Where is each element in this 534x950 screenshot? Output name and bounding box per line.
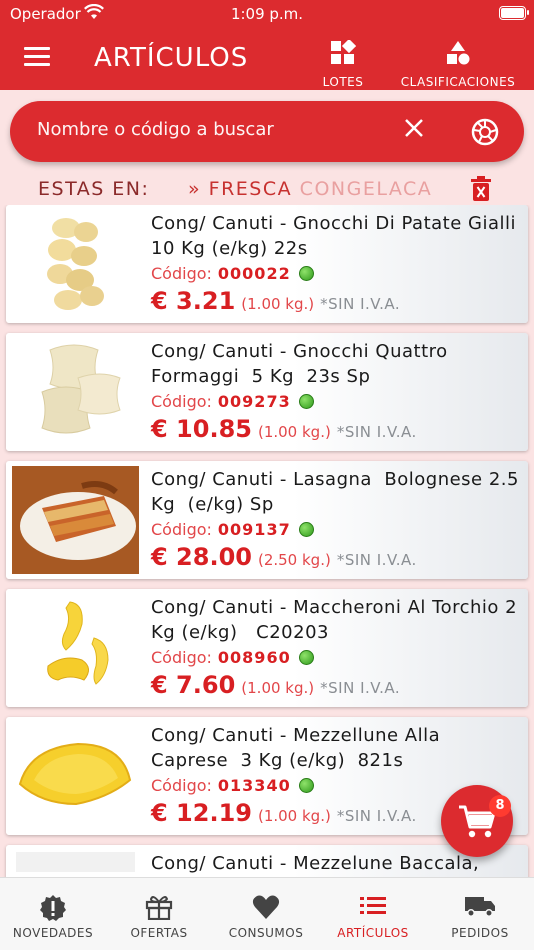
code-value: 009137: [217, 520, 291, 539]
list-icon: [320, 894, 426, 920]
product-pricing: € 12.19 (1.00 kg.) *SIN I.V.A.: [151, 799, 417, 827]
code-value: 013340: [217, 776, 291, 795]
nav-label: OFERTAS: [130, 926, 188, 940]
code-value: 000022: [217, 264, 291, 283]
code-value: 008960: [217, 648, 291, 667]
nav-ofertas[interactable]: OFERTAS: [106, 878, 212, 950]
product-image-mezzellune: [12, 722, 139, 830]
product-card[interactable]: Cong/ Canuti - Gnocchi Quattro Formaggi …: [6, 333, 528, 451]
product-unit: (1.00 kg.): [241, 679, 315, 697]
product-price: € 3.21: [151, 287, 236, 315]
product-name: Cong/ Canuti - Maccheroni Al Torchio 2 K…: [151, 597, 524, 643]
availability-dot-icon: [298, 778, 314, 793]
product-card[interactable]: Cong/ Canuti - Gnocchi Di Patate Gialli …: [6, 205, 528, 323]
truck-icon: [427, 894, 533, 920]
product-name: Cong/ Canuti - Gnocchi Di Patate Gialli …: [151, 213, 529, 259]
product-code: Código: 000022: [151, 264, 314, 283]
gift-icon: [106, 894, 212, 921]
product-card[interactable]: Cong/ Canuti - Mezzelune Baccala,: [6, 845, 528, 877]
code-label: Código:: [151, 776, 212, 795]
product-image-mezzelune-baccala: [12, 850, 139, 877]
battery-icon: [499, 6, 529, 20]
code-label: Código:: [151, 520, 212, 539]
bottom-navigation: NOVEDADES OFERTAS CONSUMOS ARTÍCULOS PED…: [0, 877, 534, 950]
product-list[interactable]: Cong/ Canuti - Gnocchi Di Patate Gialli …: [0, 205, 534, 877]
lotes-button[interactable]: LOTES: [318, 38, 368, 89]
cart-button[interactable]: 8: [441, 785, 513, 857]
trash-icon[interactable]: [470, 176, 492, 206]
nav-label: ARTÍCULOS: [337, 926, 409, 940]
clasificaciones-button[interactable]: CLASIFICACIONES: [398, 40, 518, 89]
tax-note: *SIN I.V.A.: [320, 295, 401, 313]
tax-note: *SIN I.V.A.: [336, 807, 417, 825]
filter-path: » FRESCA CONGELACA: [188, 178, 444, 200]
search-input[interactable]: Nombre o código a buscar: [37, 119, 274, 140]
nav-label: CONSUMOS: [228, 926, 304, 940]
availability-dot-icon: [298, 522, 314, 537]
product-image-gnocchi: [12, 210, 139, 318]
status-bar: Operador 1:09 p.m.: [0, 0, 534, 28]
product-code: Código: 008960: [151, 648, 314, 667]
filter-path-faded: CONGELACA: [299, 178, 433, 200]
product-unit: (1.00 kg.): [257, 807, 331, 825]
camera-shutter-icon[interactable]: [471, 118, 499, 150]
product-image-gnocchi-formaggi: [12, 338, 139, 446]
clock: 1:09 p.m.: [230, 5, 304, 23]
page-title: ARTÍCULOS: [94, 43, 249, 73]
code-value: 009273: [217, 392, 291, 411]
nav-articulos[interactable]: ARTÍCULOS: [320, 878, 426, 950]
availability-dot-icon: [298, 266, 314, 281]
product-card[interactable]: Cong/ Canuti - Lasagna Bolognese 2.5 Kg …: [6, 461, 528, 579]
product-image-lasagna: [12, 466, 139, 574]
nav-pedidos[interactable]: PEDIDOS: [427, 878, 533, 950]
code-label: Código:: [151, 392, 212, 411]
product-price: € 12.19: [151, 799, 252, 827]
alert-badge-icon: [0, 894, 106, 921]
filter-label: ESTAS EN:: [38, 178, 150, 200]
nav-novedades[interactable]: NOVEDADES: [0, 878, 106, 950]
product-pricing: € 3.21 (1.00 kg.) *SIN I.V.A.: [151, 287, 400, 315]
grid-icon: [318, 38, 368, 69]
hamburger-menu-icon[interactable]: [24, 47, 50, 67]
filter-breadcrumb: ESTAS EN: » FRESCA CONGELACA: [0, 175, 534, 205]
product-card[interactable]: Cong/ Canuti - Maccheroni Al Torchio 2 K…: [6, 589, 528, 707]
product-code: Código: 013340: [151, 776, 314, 795]
availability-dot-icon: [298, 394, 314, 409]
cart-count-badge: 8: [489, 795, 511, 817]
product-pricing: € 7.60 (1.00 kg.) *SIN I.V.A.: [151, 671, 400, 699]
product-price: € 7.60: [151, 671, 236, 699]
tax-note: *SIN I.V.A.: [336, 423, 417, 441]
nav-label: NOVEDADES: [12, 926, 94, 940]
product-price: € 28.00: [151, 543, 252, 571]
nav-label: PEDIDOS: [451, 926, 509, 940]
product-unit: (2.50 kg.): [257, 551, 331, 569]
product-unit: (1.00 kg.): [241, 295, 315, 313]
clasificaciones-label: CLASIFICACIONES: [400, 75, 516, 89]
clear-icon[interactable]: [403, 115, 425, 145]
top-bar: Operador 1:09 p.m. ARTÍCULOS LOTES CLASI…: [0, 0, 534, 90]
code-label: Código:: [151, 648, 212, 667]
tax-note: *SIN I.V.A.: [336, 551, 417, 569]
search-bar[interactable]: Nombre o código a buscar: [10, 101, 524, 162]
tax-note: *SIN I.V.A.: [320, 679, 401, 697]
product-unit: (1.00 kg.): [257, 423, 331, 441]
product-name: Cong/ Canuti - Lasagna Bolognese 2.5 Kg …: [151, 469, 526, 515]
shapes-icon: [398, 40, 518, 69]
availability-dot-icon: [298, 650, 314, 665]
filter-path-text: » FRESCA: [188, 178, 300, 200]
lotes-label: LOTES: [322, 75, 364, 89]
product-pricing: € 28.00 (2.50 kg.) *SIN I.V.A.: [151, 543, 417, 571]
code-label: Código:: [151, 264, 212, 283]
product-code: Código: 009137: [151, 520, 314, 539]
product-image-maccheroni: [12, 594, 139, 702]
heart-icon: [213, 894, 319, 920]
product-name: Cong/ Canuti - Gnocchi Quattro Formaggi …: [151, 341, 454, 387]
product-price: € 10.85: [151, 415, 252, 443]
nav-consumos[interactable]: CONSUMOS: [213, 878, 319, 950]
product-name: Cong/ Canuti - Mezzellune Alla Caprese 3…: [151, 725, 447, 771]
product-pricing: € 10.85 (1.00 kg.) *SIN I.V.A.: [151, 415, 417, 443]
product-code: Código: 009273: [151, 392, 314, 411]
